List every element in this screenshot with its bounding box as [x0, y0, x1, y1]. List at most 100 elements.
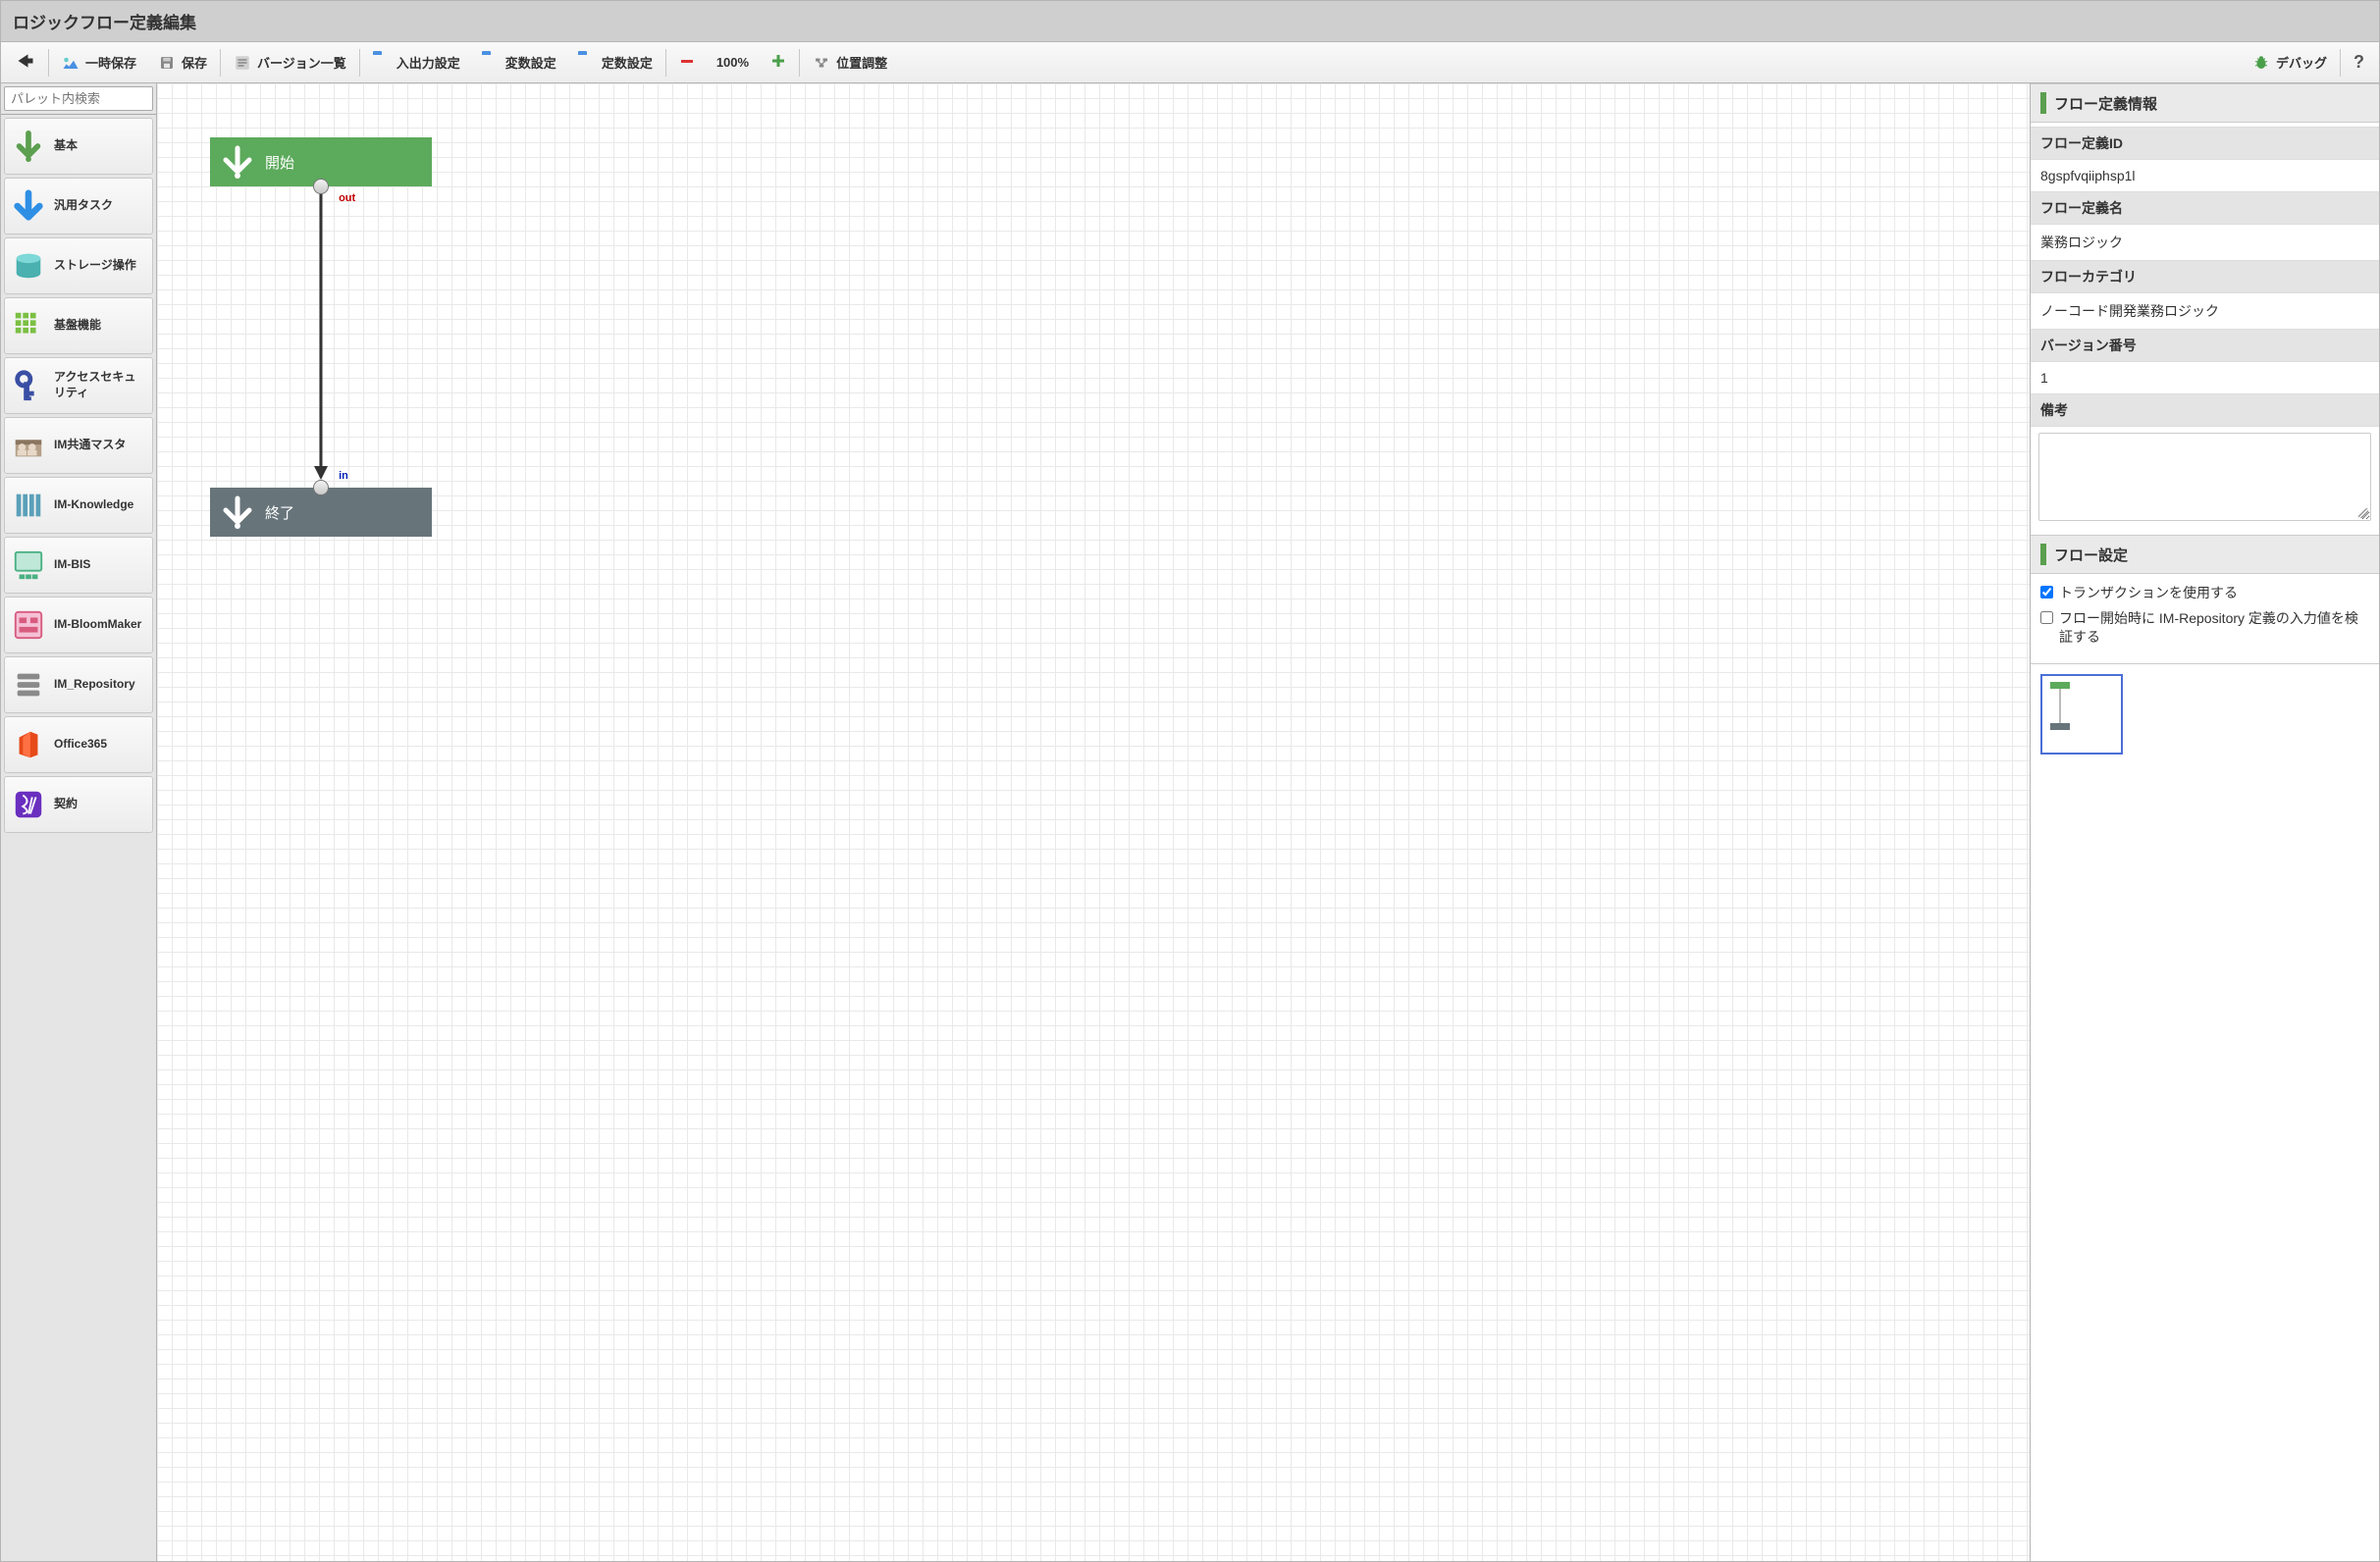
end-node-label: 終了 — [265, 502, 294, 523]
palette-item-label: IM-BloomMaker — [54, 617, 141, 633]
palette-list: 基本汎用タスクストレージ操作基盤機能アクセスセキュリティ IM共通マスタ IM-Kn… — [1, 115, 156, 1561]
flow-name-label: フロー定義名 — [2031, 191, 2379, 225]
end-node[interactable]: 終了 in — [210, 488, 432, 537]
storage-icon — [11, 248, 46, 284]
io-settings-label: 入出力設定 — [397, 53, 460, 72]
properties-panel: フロー定義情報 フロー定義ID 8gspfvqiiphsp1l フロー定義名 業… — [2031, 83, 2380, 1562]
temp-save-icon — [62, 54, 79, 72]
minimap-end-node — [2050, 723, 2070, 730]
io-settings-icon — [373, 54, 391, 72]
palette-item-label: IM共通マスタ — [54, 438, 126, 453]
palette-item-im-knowledge[interactable]: IM-Knowledge — [4, 477, 153, 534]
im-bis-icon — [11, 547, 46, 583]
reposition-icon — [813, 54, 830, 72]
start-node[interactable]: 開始 out — [210, 137, 432, 186]
toolbar: 一時保存 保存 バージョン一覧 入出力設定 変数設定 定数設定 100% 位置調… — [0, 42, 2380, 83]
help-button[interactable]: ? — [2343, 46, 2375, 78]
palette-sidebar: 基本汎用タスクストレージ操作基盤機能アクセスセキュリティ IM共通マスタ IM-Kn… — [0, 83, 157, 1562]
palette-item-im-common-master[interactable]: IM共通マスタ — [4, 417, 153, 474]
io-settings-button[interactable]: 入出力設定 — [362, 47, 471, 78]
end-node-in-port[interactable] — [313, 480, 329, 495]
palette-item-basic[interactable]: 基本 — [4, 118, 153, 175]
reposition-label: 位置調整 — [836, 53, 887, 72]
plus-icon — [770, 53, 786, 72]
transaction-checkbox-row[interactable]: トランザクションを使用する — [2040, 584, 2369, 603]
notes-textarea[interactable] — [2038, 433, 2371, 521]
const-settings-button[interactable]: 定数設定 — [567, 47, 663, 78]
minimap-area — [2031, 663, 2379, 1561]
im-common-master-icon — [11, 428, 46, 463]
debug-button[interactable]: デバッグ — [2242, 47, 2338, 78]
infra-icon — [11, 308, 46, 343]
flow-info-header: フロー定義情報 — [2031, 83, 2379, 123]
debug-label: デバッグ — [2276, 53, 2327, 72]
palette-item-im-bloommaker[interactable]: IM-BloomMaker — [4, 597, 153, 653]
var-settings-icon — [482, 54, 500, 72]
palette-item-access-security[interactable]: アクセスセキュリティ — [4, 357, 153, 414]
version-list-button[interactable]: バージョン一覧 — [223, 47, 357, 78]
palette-search-input[interactable] — [4, 86, 153, 111]
flow-settings-header: フロー設定 — [2031, 535, 2379, 574]
save-label: 保存 — [182, 53, 207, 72]
palette-item-label: 汎用タスク — [54, 198, 113, 214]
palette-item-label: IM-BIS — [54, 557, 90, 573]
zoom-value: 100% — [716, 55, 749, 70]
end-node-icon — [210, 488, 265, 537]
title-bar: ロジックフロー定義編集 — [0, 0, 2380, 42]
help-icon: ? — [2354, 52, 2364, 73]
version-value: 1 — [2031, 362, 2379, 393]
var-settings-button[interactable]: 変数設定 — [471, 47, 567, 78]
version-list-label: バージョン一覧 — [257, 53, 346, 72]
palette-item-label: Office365 — [54, 737, 107, 753]
generic-task-icon — [11, 188, 46, 224]
save-icon — [158, 54, 176, 72]
palette-item-label: 基本 — [54, 138, 78, 154]
transaction-label: トランザクションを使用する — [2059, 584, 2238, 603]
temp-save-button[interactable]: 一時保存 — [51, 47, 147, 78]
flow-canvas[interactable]: 開始 out 終了 in — [157, 83, 2031, 1562]
start-node-label: 開始 — [265, 152, 294, 173]
flow-category-value: ノーコード開発業務ロジック — [2031, 293, 2379, 329]
palette-item-im-bis[interactable]: IM-BIS — [4, 537, 153, 594]
palette-item-label: IM-Knowledge — [54, 497, 133, 513]
start-node-out-port[interactable] — [313, 179, 329, 194]
reposition-button[interactable]: 位置調整 — [802, 47, 898, 78]
access-security-icon — [11, 368, 46, 403]
office365-icon — [11, 727, 46, 762]
palette-item-label: アクセスセキュリティ — [54, 370, 146, 400]
bug-icon — [2252, 54, 2270, 72]
palette-item-contract[interactable]: 契約 — [4, 776, 153, 833]
save-button[interactable]: 保存 — [147, 47, 218, 78]
end-node-in-label: in — [339, 470, 348, 482]
start-node-icon — [210, 137, 265, 186]
palette-item-office365[interactable]: Office365 — [4, 716, 153, 773]
palette-item-label: 契約 — [54, 797, 78, 812]
version-list-icon — [234, 54, 251, 72]
zoom-in-button[interactable] — [760, 47, 797, 78]
palette-item-infra[interactable]: 基盤機能 — [4, 297, 153, 354]
validate-label: フロー開始時に IM-Repository 定義の入力値を検証する — [2059, 609, 2369, 648]
const-settings-icon — [578, 54, 596, 72]
minimap[interactable] — [2040, 674, 2123, 755]
palette-item-storage[interactable]: ストレージ操作 — [4, 237, 153, 294]
contract-icon — [11, 787, 46, 822]
validate-checkbox[interactable] — [2040, 611, 2053, 624]
validate-checkbox-row[interactable]: フロー開始時に IM-Repository 定義の入力値を検証する — [2040, 609, 2369, 648]
flow-id-value: 8gspfvqiiphsp1l — [2031, 160, 2379, 191]
palette-item-im-repository[interactable]: IM_Repository — [4, 656, 153, 713]
notes-label: 備考 — [2031, 393, 2379, 427]
palette-item-generic-task[interactable]: 汎用タスク — [4, 178, 153, 234]
im-bloommaker-icon — [11, 607, 46, 643]
back-button[interactable] — [5, 45, 46, 79]
flow-id-label: フロー定義ID — [2031, 127, 2379, 160]
const-settings-label: 定数設定 — [602, 53, 653, 72]
flow-category-label: フローカテゴリ — [2031, 260, 2379, 293]
im-knowledge-icon — [11, 488, 46, 523]
palette-item-label: ストレージ操作 — [54, 258, 136, 274]
zoom-out-button[interactable] — [668, 47, 706, 78]
palette-item-label: IM_Repository — [54, 677, 135, 693]
temp-save-label: 一時保存 — [85, 53, 136, 72]
basic-icon — [11, 129, 46, 164]
transaction-checkbox[interactable] — [2040, 586, 2053, 599]
zoom-level[interactable]: 100% — [706, 49, 760, 76]
